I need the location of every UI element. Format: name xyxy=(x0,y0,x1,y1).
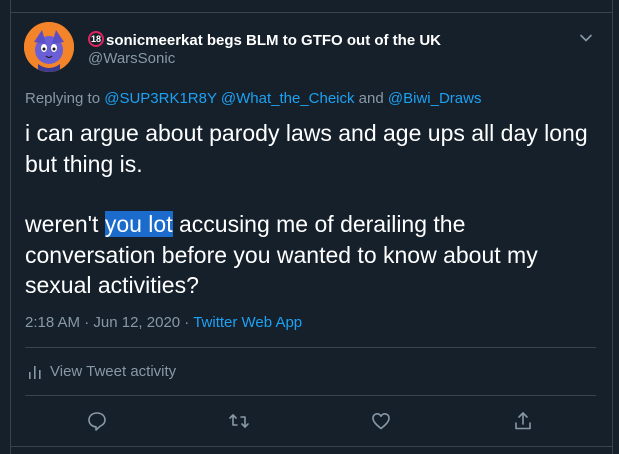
mention-link[interactable]: @Biwi_Draws xyxy=(388,90,482,107)
tweet-date[interactable]: Jun 12, 2020 xyxy=(93,314,180,331)
tweet-text: i can argue about parody laws and age up… xyxy=(25,118,600,301)
tweet-paragraph: weren't you lot accusing me of derailing… xyxy=(25,209,600,301)
tweet-paragraph: i can argue about parody laws and age up… xyxy=(25,120,588,177)
top-divider xyxy=(10,12,612,13)
mention-link[interactable]: @SUP3RK1R8Y xyxy=(104,90,217,107)
retweet-icon[interactable] xyxy=(228,410,250,432)
avatar[interactable] xyxy=(24,22,74,72)
replying-to: Replying to @SUP3RK1R8Y @What_the_Cheick… xyxy=(25,90,481,107)
tweet-time[interactable]: 2:18 AM xyxy=(25,314,80,331)
selected-text: you lot xyxy=(104,211,173,237)
reply-icon[interactable] xyxy=(86,410,108,432)
replying-conjunction: and xyxy=(354,90,388,107)
tweet-source-link[interactable]: Twitter Web App xyxy=(193,314,302,331)
activity-bars-icon xyxy=(29,365,41,379)
like-icon[interactable] xyxy=(370,410,392,432)
mention-link[interactable]: @What_the_Cheick xyxy=(221,90,355,107)
share-icon[interactable] xyxy=(512,410,534,432)
bottom-divider xyxy=(10,446,612,447)
display-name-row[interactable]: 18 sonicmeerkat begs BLM to GTFO out of … xyxy=(88,30,441,50)
age-badge-icon: 18 xyxy=(88,31,104,47)
chevron-down-icon[interactable] xyxy=(578,30,594,46)
divider xyxy=(25,395,596,396)
tweet-text-segment: weren't xyxy=(25,211,105,237)
meta-separator: · xyxy=(80,314,94,331)
user-handle[interactable]: @WarsSonic xyxy=(88,50,175,67)
display-name[interactable]: sonicmeerkat begs BLM to GTFO out of the… xyxy=(106,32,441,49)
view-activity-label: View Tweet activity xyxy=(50,363,177,380)
replying-prefix: Replying to xyxy=(25,90,105,107)
tweet-meta: 2:18 AM · Jun 12, 2020 · Twitter Web App xyxy=(25,314,302,331)
view-activity-button[interactable]: View Tweet activity xyxy=(28,363,176,380)
divider xyxy=(25,347,596,348)
meta-separator: · xyxy=(180,314,194,331)
